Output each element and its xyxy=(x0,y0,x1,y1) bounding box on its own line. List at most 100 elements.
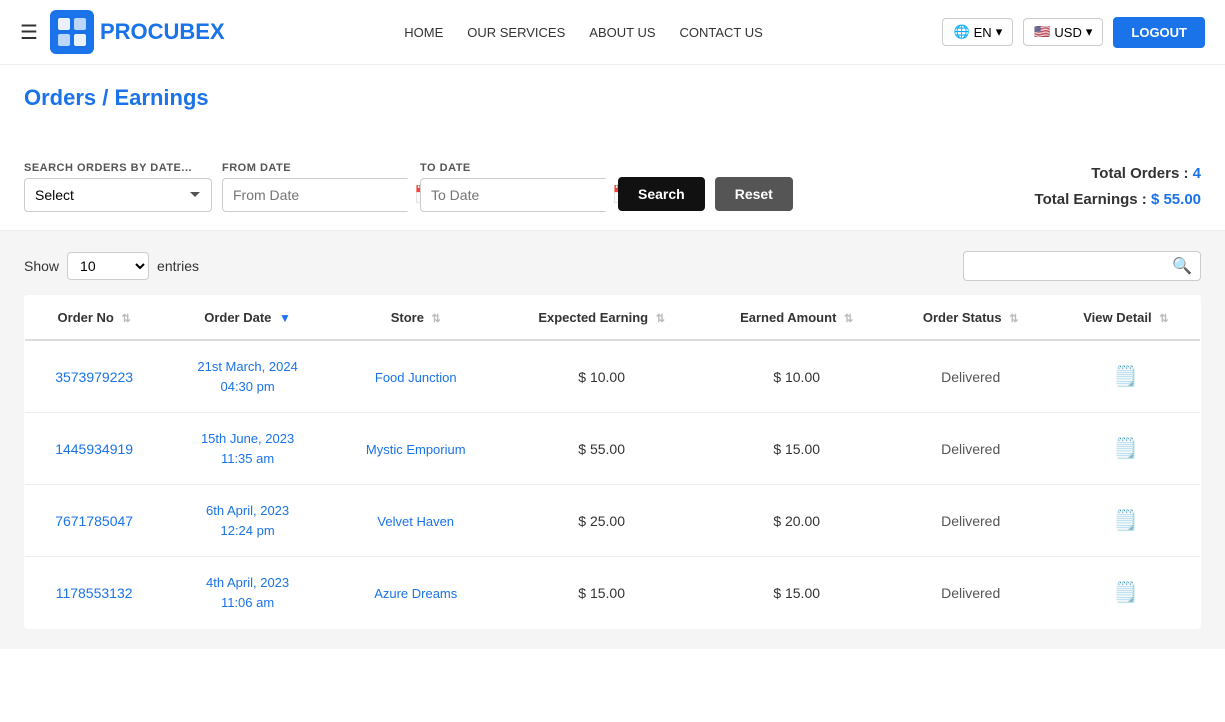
col-order-status-sort-icon: ⇅ xyxy=(1009,313,1018,325)
cell-status-2: Delivered xyxy=(890,485,1052,557)
col-view-detail[interactable]: View Detail ⇅ xyxy=(1052,296,1201,341)
entries-select[interactable]: 10 25 50 100 xyxy=(67,252,149,280)
search-button[interactable]: Search xyxy=(618,177,705,211)
filter-row: SEARCH ORDERS BY DATE... Select FROM DAT… xyxy=(24,161,1201,212)
col-order-no-sort-icon: ⇅ xyxy=(122,313,131,325)
table-controls: Show 10 25 50 100 entries 🔍 xyxy=(24,251,1201,281)
logo-svg xyxy=(56,16,88,48)
earned-amount-value-0: $ 10.00 xyxy=(773,369,820,385)
table-search-wrap: 🔍 xyxy=(963,251,1201,281)
status-badge-1: Delivered xyxy=(941,441,1000,457)
table-row: 3573979223 21st March, 202404:30 pm Food… xyxy=(25,340,1201,413)
cell-view-detail-1: 🗒️ xyxy=(1052,413,1201,485)
order-no-link-0[interactable]: 3573979223 xyxy=(55,369,133,385)
col-expected-earning-label: Expected Earning xyxy=(538,310,648,325)
nav-about[interactable]: ABOUT US xyxy=(589,25,655,40)
cell-earned-amount-2: $ 20.00 xyxy=(704,485,890,557)
cell-store-1: Mystic Emporium xyxy=(332,413,500,485)
total-earnings-label: Total Earnings : xyxy=(1035,191,1151,208)
cell-expected-earning-1: $ 55.00 xyxy=(500,413,704,485)
store-link-2[interactable]: Velvet Haven xyxy=(377,514,454,529)
col-order-date[interactable]: Order Date ▼ xyxy=(163,296,332,341)
nav-contact[interactable]: CONTACT US xyxy=(680,25,763,40)
view-detail-button-3[interactable]: 🗒️ xyxy=(1113,580,1138,605)
logo: PROCUBEX xyxy=(50,10,225,54)
main-nav: HOME OUR SERVICES ABOUT US CONTACT US xyxy=(404,25,763,40)
view-detail-button-2[interactable]: 🗒️ xyxy=(1113,508,1138,533)
store-link-1[interactable]: Mystic Emporium xyxy=(366,442,466,457)
cell-order-date-3: 4th April, 202311:06 am xyxy=(163,557,332,629)
cell-expected-earning-2: $ 25.00 xyxy=(500,485,704,557)
table-section: Show 10 25 50 100 entries 🔍 Order No ⇅ O… xyxy=(0,231,1225,649)
currency-button[interactable]: 🇺🇸 USD ▾ xyxy=(1023,18,1103,46)
header-left: ☰ PROCUBEX xyxy=(20,10,225,54)
col-store-sort-icon: ⇅ xyxy=(432,313,441,325)
col-view-detail-sort-icon: ⇅ xyxy=(1159,313,1168,325)
order-no-link-1[interactable]: 1445934919 xyxy=(55,441,133,457)
store-link-3[interactable]: Azure Dreams xyxy=(374,586,457,601)
logout-button[interactable]: LOGOUT xyxy=(1113,17,1205,48)
orders-table: Order No ⇅ Order Date ▼ Store ⇅ Expected… xyxy=(24,295,1201,629)
to-date-wrapper: 📅 xyxy=(420,178,608,212)
cell-status-0: Delivered xyxy=(890,340,1052,413)
cell-store-2: Velvet Haven xyxy=(332,485,500,557)
logo-icon xyxy=(50,10,94,54)
view-detail-button-1[interactable]: 🗒️ xyxy=(1113,436,1138,461)
cell-expected-earning-3: $ 15.00 xyxy=(500,557,704,629)
earned-amount-value-3: $ 15.00 xyxy=(773,585,820,601)
language-button[interactable]: 🌐 EN ▾ xyxy=(942,18,1013,46)
cell-earned-amount-3: $ 15.00 xyxy=(704,557,890,629)
logo-text-brand: CUBEX xyxy=(148,19,225,44)
flag-icon: 🇺🇸 xyxy=(1034,24,1050,40)
search-orders-label: SEARCH ORDERS BY DATE... xyxy=(24,162,212,174)
col-store-label: Store xyxy=(391,310,424,325)
cell-earned-amount-1: $ 15.00 xyxy=(704,413,890,485)
status-badge-2: Delivered xyxy=(941,513,1000,529)
to-date-input[interactable] xyxy=(431,179,612,211)
col-order-no-label: Order No xyxy=(58,310,114,325)
language-label: EN xyxy=(974,25,992,40)
logo-text: PROCUBEX xyxy=(100,19,225,45)
expected-earning-value-3: $ 15.00 xyxy=(578,585,625,601)
from-date-wrapper: 📅 xyxy=(222,178,410,212)
nav-home[interactable]: HOME xyxy=(404,25,443,40)
col-order-date-sort-icon: ▼ xyxy=(279,311,291,325)
col-expected-earning[interactable]: Expected Earning ⇅ xyxy=(500,296,704,341)
view-detail-button-0[interactable]: 🗒️ xyxy=(1113,364,1138,389)
table-header-row: Order No ⇅ Order Date ▼ Store ⇅ Expected… xyxy=(25,296,1201,341)
col-expected-earning-sort-icon: ⇅ xyxy=(656,313,665,325)
table-search-button[interactable]: 🔍 xyxy=(1172,256,1192,276)
to-date-label: TO DATE xyxy=(420,162,608,174)
table-search-input[interactable] xyxy=(972,252,1172,280)
col-order-status[interactable]: Order Status ⇅ xyxy=(890,296,1052,341)
cell-order-date-1: 15th June, 202311:35 am xyxy=(163,413,332,485)
cell-store-0: Food Junction xyxy=(332,340,500,413)
cell-status-1: Delivered xyxy=(890,413,1052,485)
order-no-link-3[interactable]: 1178553132 xyxy=(56,585,133,601)
cell-order-date-2: 6th April, 202312:24 pm xyxy=(163,485,332,557)
from-date-label: FROM DATE xyxy=(222,162,410,174)
col-store[interactable]: Store ⇅ xyxy=(332,296,500,341)
total-earnings-line: Total Earnings : $ 55.00 xyxy=(1035,187,1201,213)
hamburger-icon[interactable]: ☰ xyxy=(20,20,38,45)
order-no-link-2[interactable]: 7671785047 xyxy=(55,513,133,529)
cell-view-detail-2: 🗒️ xyxy=(1052,485,1201,557)
col-earned-amount[interactable]: Earned Amount ⇅ xyxy=(704,296,890,341)
header: ☰ PROCUBEX HOME OUR SERVICES ABOUT US CO… xyxy=(0,0,1225,65)
cell-order-no-0: 3573979223 xyxy=(25,340,164,413)
col-order-no[interactable]: Order No ⇅ xyxy=(25,296,164,341)
total-orders-label: Total Orders : xyxy=(1091,165,1192,182)
cell-order-no-1: 1445934919 xyxy=(25,413,164,485)
store-link-0[interactable]: Food Junction xyxy=(375,370,457,385)
totals-section: Total Orders : 4 Total Earnings : $ 55.0… xyxy=(1035,161,1201,212)
total-orders-value: 4 xyxy=(1193,165,1201,182)
cell-view-detail-0: 🗒️ xyxy=(1052,340,1201,413)
nav-services[interactable]: OUR SERVICES xyxy=(467,25,565,40)
reset-button[interactable]: Reset xyxy=(715,177,793,211)
cell-earned-amount-0: $ 10.00 xyxy=(704,340,890,413)
filter-select-dropdown[interactable]: Select xyxy=(24,178,212,212)
currency-chevron-icon: ▾ xyxy=(1086,24,1093,40)
status-badge-0: Delivered xyxy=(941,369,1000,385)
col-view-detail-label: View Detail xyxy=(1083,310,1151,325)
from-date-input[interactable] xyxy=(233,179,414,211)
